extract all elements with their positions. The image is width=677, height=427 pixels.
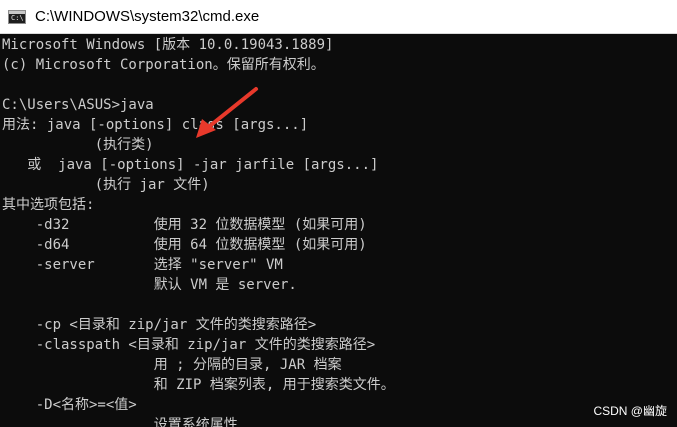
console-line: 设置系统属性 [2, 417, 238, 427]
console-line: (执行 jar 文件) [2, 177, 210, 193]
red-arrow-annotation [196, 87, 258, 138]
csdn-watermark: CSDN @幽旋 [593, 404, 667, 418]
console-line: -d32 使用 32 位数据模型 (如果可用) [2, 217, 367, 233]
console-line: C:\Users\ASUS>java [2, 97, 154, 113]
console-line: -d64 使用 64 位数据模型 (如果可用) [2, 237, 367, 253]
cmd-icon[interactable]: C:\ [8, 10, 26, 24]
console-line: (执行类) [2, 137, 154, 153]
console-line: -D<名称>=<值> [2, 397, 137, 413]
console-line: 和 ZIP 档案列表, 用于搜索类文件。 [2, 377, 395, 393]
console-line: -server 选择 "server" VM [2, 257, 283, 273]
console-line: (c) Microsoft Corporation。保留所有权利。 [2, 57, 325, 73]
console-output[interactable]: Microsoft Windows [版本 10.0.19043.1889] (… [0, 35, 677, 427]
title-bar[interactable]: C:\ C:\WINDOWS\system32\cmd.exe [0, 0, 677, 34]
console-line: -cp <目录和 zip/jar 文件的类搜索路径> [2, 317, 317, 333]
console-line: 或 java [-options] -jar jarfile [args...] [2, 157, 379, 173]
console-line: 默认 VM 是 server. [2, 277, 297, 293]
console-line: 用 ; 分隔的目录, JAR 档案 [2, 357, 342, 373]
console-line: -classpath <目录和 zip/jar 文件的类搜索路径> [2, 337, 376, 353]
window-title: C:\WINDOWS\system32\cmd.exe [35, 8, 260, 25]
console-line: 其中选项包括: [2, 197, 95, 213]
cmd-icon-glyph: C:\ [11, 14, 24, 22]
console-line: Microsoft Windows [版本 10.0.19043.1889] [2, 37, 334, 53]
